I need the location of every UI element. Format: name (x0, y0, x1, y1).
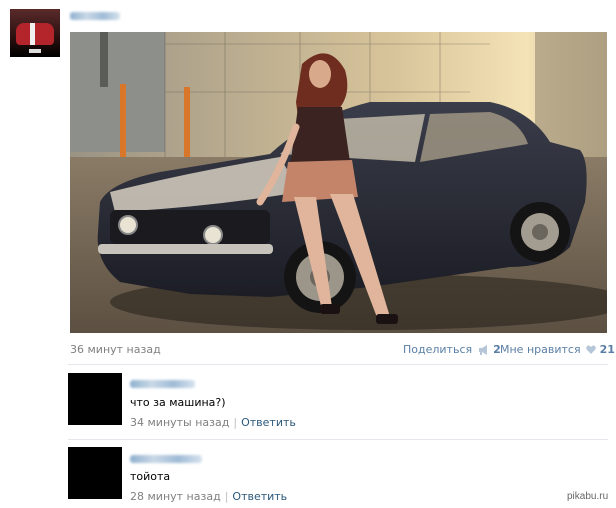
post-photo[interactable] (70, 32, 607, 333)
post-author-name-blurred[interactable] (70, 12, 120, 20)
reply-link[interactable]: Ответить (232, 490, 287, 503)
comment-divider (68, 439, 608, 440)
watermark: pikabu.ru (567, 491, 609, 502)
comment-avatar[interactable] (68, 447, 122, 499)
post-time[interactable]: 36 минут назад (70, 343, 161, 356)
like-count: 21 (599, 343, 615, 356)
comment-author-blurred[interactable] (130, 455, 202, 463)
post-author-avatar[interactable] (10, 9, 60, 57)
reply-link[interactable]: Ответить (241, 416, 296, 429)
share-button[interactable]: Поделиться 2 (403, 343, 501, 358)
meta-separator: | (224, 490, 229, 503)
post-photo-illustration (70, 32, 607, 333)
avatar-car-shape (16, 23, 54, 45)
comment-time[interactable]: 28 минут назад (130, 490, 221, 503)
comment-time[interactable]: 34 минуты назад (130, 416, 229, 429)
comment-text: тойота (130, 470, 171, 483)
meta-separator: | (233, 416, 238, 429)
avatar-car-plate (29, 49, 41, 53)
share-label: Поделиться (403, 343, 473, 356)
comment-author-blurred[interactable] (130, 380, 195, 388)
avatar-car-stripe (30, 23, 35, 45)
comments-divider (68, 364, 608, 365)
comment-meta: 34 минуты назад | Ответить (130, 416, 296, 429)
heart-icon (586, 344, 596, 357)
like-label: Мне нравится (500, 343, 581, 356)
comment-text: что за машина?) (130, 396, 226, 409)
like-button[interactable]: Мне нравится 21 (500, 343, 615, 357)
megaphone-icon (478, 345, 490, 358)
comment-meta: 28 минут назад | Ответить (130, 490, 287, 503)
comment-avatar[interactable] (68, 373, 122, 425)
